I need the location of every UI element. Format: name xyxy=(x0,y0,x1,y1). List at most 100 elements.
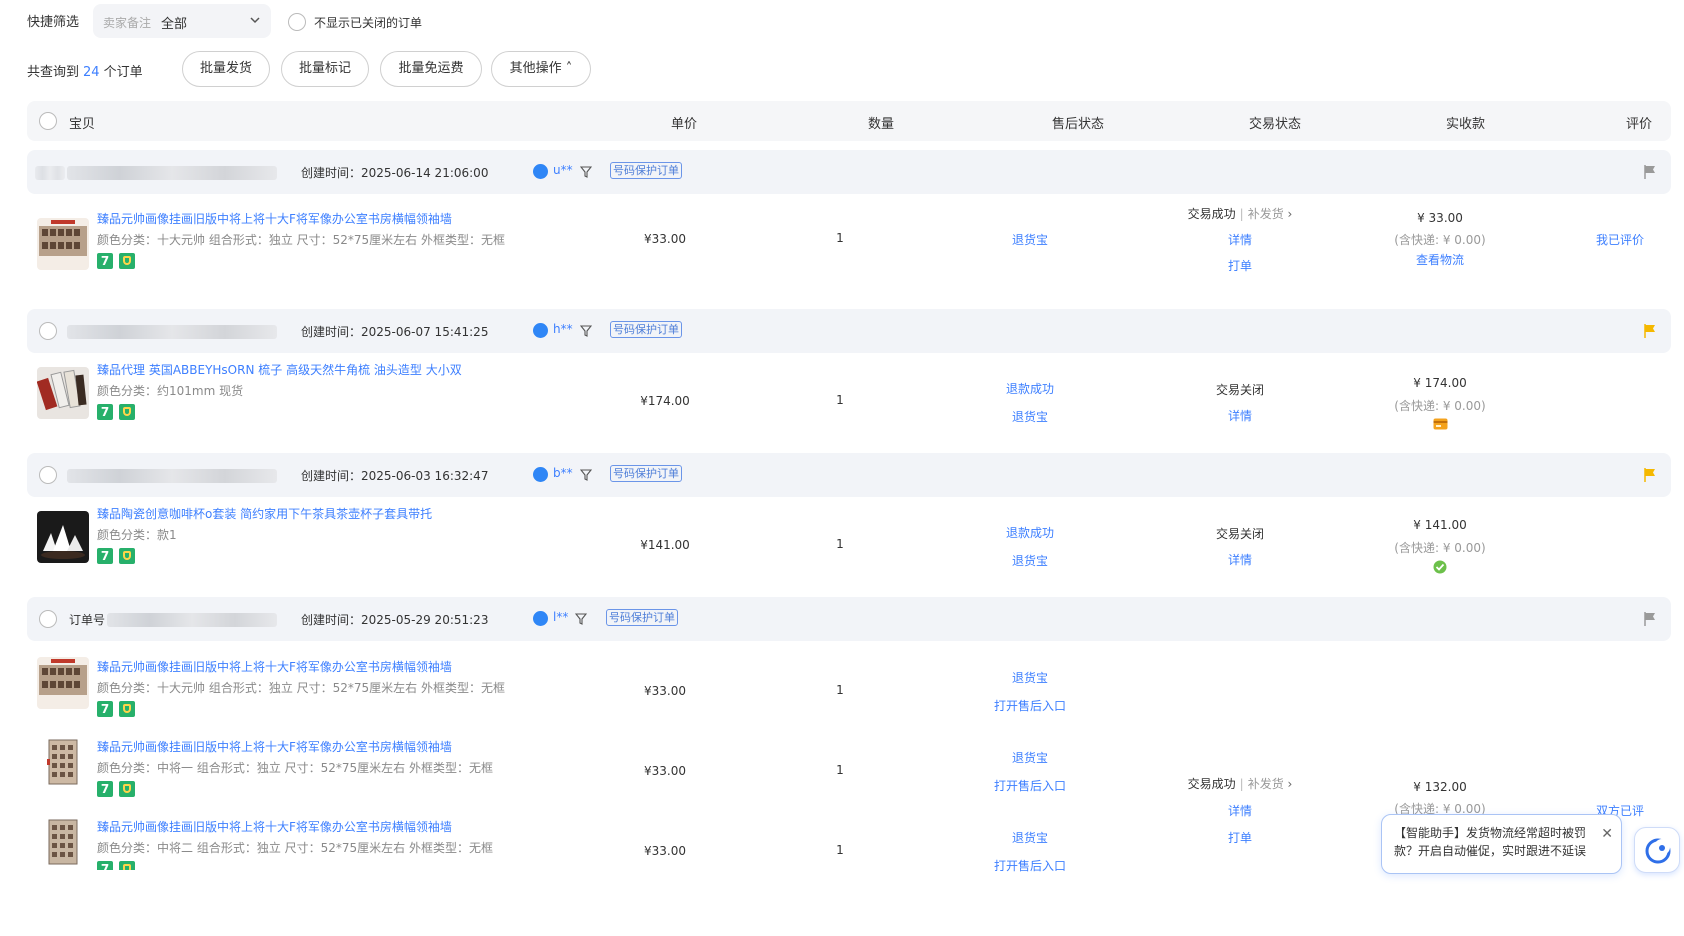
wangwang-icon[interactable] xyxy=(533,611,548,626)
trade-status-line: 交易成功 | 补发货 › xyxy=(1187,207,1293,221)
product-sku: 颜色分类：十大元帅 组合形式：独立 尺寸：52*75厘米左右 外框类型：无框 xyxy=(97,681,505,695)
quick-filter-label: 快捷筛选 xyxy=(27,15,80,30)
wangwang-icon[interactable] xyxy=(533,164,548,179)
unit-price: ¥141.00 xyxy=(640,538,690,552)
unit-price: ¥33.00 xyxy=(644,764,686,778)
detail-link[interactable]: 详情 xyxy=(1200,802,1280,819)
created-time: 创建时间：2025-06-03 16:32:47 xyxy=(301,469,489,483)
wangwang-icon[interactable] xyxy=(533,323,548,338)
reship-link[interactable]: 补发货 xyxy=(1248,777,1284,791)
col-item: 宝贝 xyxy=(69,117,96,132)
flag-icon[interactable] xyxy=(1643,164,1657,180)
filter-icon[interactable] xyxy=(580,469,592,481)
product-sku: 颜色分类：中将一 组合形式：独立 尺寸：52*75厘米左右 外框类型：无框 xyxy=(97,761,493,775)
trade-status: 交易成功 xyxy=(1187,777,1236,791)
buyer-name[interactable]: l** xyxy=(553,610,568,624)
flag-icon[interactable] xyxy=(1643,467,1657,483)
count-suffix: 个订单 xyxy=(103,65,143,80)
seven-day-return-icon: 7 xyxy=(97,701,113,717)
batch-ship-button[interactable]: 批量发货 xyxy=(182,51,270,87)
other-actions-button[interactable]: 其他操作 ˄ xyxy=(491,51,591,87)
buyer-name[interactable]: u** xyxy=(553,163,573,177)
wechat-pay-icon xyxy=(1433,560,1447,574)
table-header: 宝贝 单价 数量 售后状态 交易状态 实收款 评价 xyxy=(27,101,1671,141)
view-logistics-link[interactable]: 查看物流 xyxy=(1380,251,1500,268)
flag-icon[interactable] xyxy=(1643,611,1657,627)
card-payment-icon xyxy=(1433,418,1448,430)
return-insurance-link[interactable]: 退货宝 xyxy=(980,669,1080,686)
product-title-link[interactable]: 臻品元帅画像挂画旧版中将上将十大F将军像办公室书房横幅领袖墙 xyxy=(97,818,452,835)
seven-day-return-icon: 7 xyxy=(97,861,113,870)
shipping-fee: (含快递: ¥ 0.00) xyxy=(1394,541,1486,555)
assistant-button[interactable] xyxy=(1634,827,1680,873)
redacted-order-id xyxy=(35,166,65,180)
reship-link[interactable]: 补发货 xyxy=(1248,207,1284,221)
order-checkbox[interactable] xyxy=(39,322,57,340)
product-title-link[interactable]: 臻品代理 英国ABBEYHsORN 梳子 高级天然牛角梳 油头造型 大小双 xyxy=(97,361,462,378)
hide-closed-checkbox[interactable] xyxy=(288,13,306,31)
detail-link[interactable]: 详情 xyxy=(1200,551,1280,568)
product-thumbnail[interactable] xyxy=(37,737,89,789)
filter-icon[interactable] xyxy=(580,325,592,337)
smart-assistant-popup[interactable]: 【智能助手】发货物流经常超时被罚款？开启自动催促，实时跟进不延误 ✕ xyxy=(1381,814,1622,874)
product-thumbnail[interactable] xyxy=(37,511,89,563)
count-prefix: 共查询到 xyxy=(27,65,80,80)
guarantee-icon xyxy=(119,253,135,269)
refund-success-link[interactable]: 退款成功 xyxy=(980,524,1080,541)
product-title-link[interactable]: 臻品元帅画像挂画旧版中将上将十大F将军像办公室书房横幅领袖墙 xyxy=(97,210,452,227)
return-insurance-link[interactable]: 退货宝 xyxy=(980,408,1080,425)
batch-mark-button[interactable]: 批量标记 xyxy=(281,51,369,87)
product-thumbnail[interactable] xyxy=(37,817,89,869)
quantity: 1 xyxy=(836,683,844,697)
guarantee-icon xyxy=(119,404,135,420)
col-quantity: 数量 xyxy=(868,117,895,132)
order-checkbox[interactable] xyxy=(39,466,57,484)
product-sku: 颜色分类：十大元帅 组合形式：独立 尺寸：52*75厘米左右 外框类型：无框 xyxy=(97,233,505,247)
product-thumbnail[interactable] xyxy=(37,657,89,709)
review-link[interactable]: 我已评价 xyxy=(1580,231,1660,248)
open-aftersale-link[interactable]: 打开售后入口 xyxy=(980,777,1080,794)
return-insurance-link[interactable]: 退货宝 xyxy=(980,829,1080,846)
unit-price: ¥174.00 xyxy=(640,394,690,408)
trade-status: 交易关闭 xyxy=(1215,527,1264,541)
detail-link[interactable]: 详情 xyxy=(1200,407,1280,424)
return-insurance-link[interactable]: 退货宝 xyxy=(980,749,1080,766)
buyer-name[interactable]: b** xyxy=(553,466,573,480)
badge-row-clipped: 7 xyxy=(97,861,137,870)
print-order-link[interactable]: 打单 xyxy=(1200,257,1280,274)
shipping-fee: (含快递: ¥ 0.00) xyxy=(1394,233,1486,247)
select-value: 全部 xyxy=(161,17,188,32)
wangwang-icon[interactable] xyxy=(533,467,548,482)
chevron-down-icon xyxy=(250,17,260,24)
return-insurance-link[interactable]: 退货宝 xyxy=(980,552,1080,569)
col-aftersale: 售后状态 xyxy=(1052,117,1105,132)
order-header: 创建时间：2025-06-03 16:32:47 b** 号码保护订单 xyxy=(27,453,1671,497)
quantity: 1 xyxy=(836,843,844,857)
buyer-name[interactable]: h** xyxy=(553,322,573,336)
select-all-checkbox[interactable] xyxy=(39,112,57,130)
trade-status: 交易成功 xyxy=(1187,207,1236,221)
filter-icon[interactable] xyxy=(575,613,587,625)
hide-closed-label: 不显示已关闭的订单 xyxy=(314,16,423,30)
count-number: 24 xyxy=(83,65,100,80)
seller-note-select[interactable]: 卖家备注 全部 xyxy=(93,4,271,38)
quantity: 1 xyxy=(836,393,844,407)
product-title-link[interactable]: 臻品陶瓷创意咖啡杯o套装 简约家用下午茶具茶壶杯子套具带托 xyxy=(97,505,432,522)
close-icon[interactable]: ✕ xyxy=(1601,826,1613,842)
batch-free-shipping-button[interactable]: 批量免运费 xyxy=(380,51,482,87)
order-header: 订单号 创建时间：2025-05-29 20:51:23 l** 号码保护订单 xyxy=(27,597,1671,641)
order-checkbox[interactable] xyxy=(39,610,57,628)
product-thumbnail[interactable] xyxy=(37,218,89,270)
phone-protect-tag: 号码保护订单 xyxy=(606,609,678,626)
filter-icon[interactable] xyxy=(580,166,592,178)
flag-icon[interactable] xyxy=(1643,323,1657,339)
refund-success-link[interactable]: 退款成功 xyxy=(980,380,1080,397)
print-order-link[interactable]: 打单 xyxy=(1200,829,1280,846)
return-insurance-link[interactable]: 退货宝 xyxy=(980,231,1080,248)
product-title-link[interactable]: 臻品元帅画像挂画旧版中将上将十大F将军像办公室书房横幅领袖墙 xyxy=(97,658,452,675)
detail-link[interactable]: 详情 xyxy=(1200,231,1280,248)
product-title-link[interactable]: 臻品元帅画像挂画旧版中将上将十大F将军像办公室书房横幅领袖墙 xyxy=(97,738,452,755)
product-thumbnail[interactable] xyxy=(37,367,89,419)
open-aftersale-link[interactable]: 打开售后入口 xyxy=(980,857,1080,874)
open-aftersale-link[interactable]: 打开售后入口 xyxy=(980,697,1080,714)
